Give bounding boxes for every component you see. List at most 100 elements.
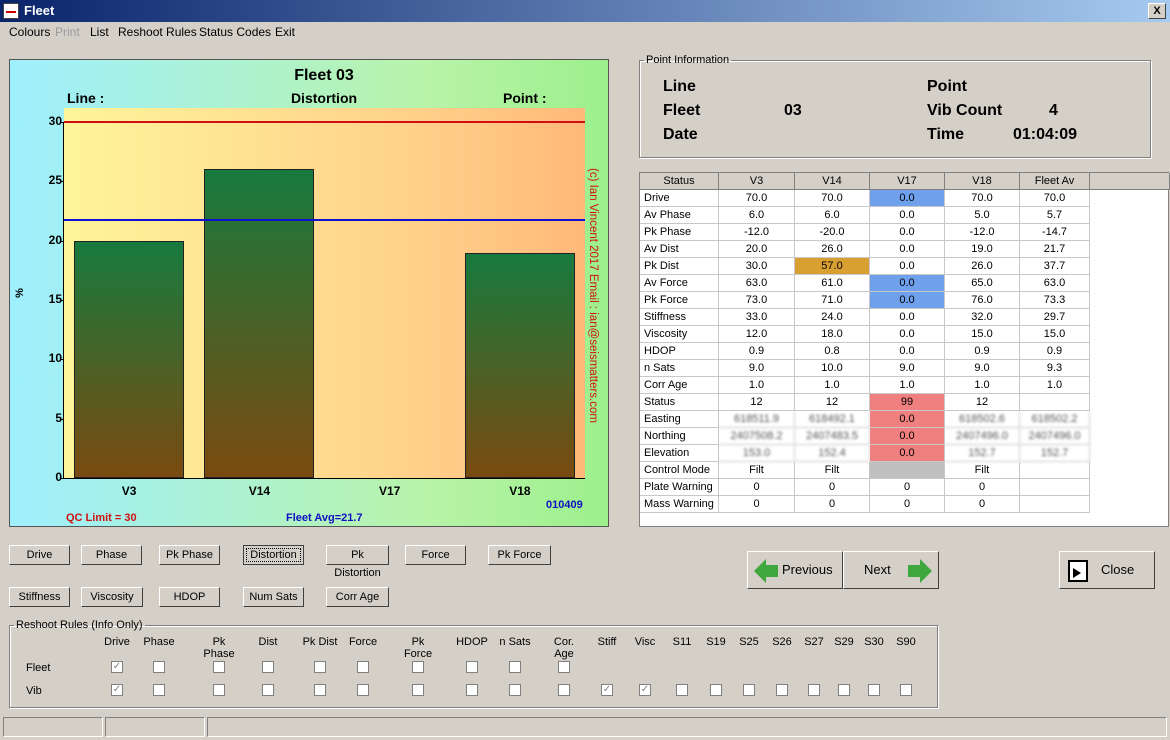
- reshoot-checkbox[interactable]: [213, 661, 225, 673]
- reshoot-checkbox[interactable]: [808, 684, 820, 696]
- grid-cell[interactable]: 57.0: [795, 258, 870, 275]
- grid-cell[interactable]: 0.0: [870, 445, 945, 462]
- reshoot-checkbox[interactable]: [153, 684, 165, 696]
- grid-cell[interactable]: 6.0: [719, 207, 795, 224]
- grid-cell[interactable]: 73.3: [1020, 292, 1090, 309]
- grid-cell[interactable]: 0.0: [870, 309, 945, 326]
- grid-cell[interactable]: 1.0: [719, 377, 795, 394]
- reshoot-checkbox[interactable]: [743, 684, 755, 696]
- grid-cell[interactable]: 0: [870, 479, 945, 496]
- menu-print[interactable]: Print: [55, 25, 80, 39]
- reshoot-checkbox[interactable]: [558, 661, 570, 673]
- grid-cell[interactable]: 0.0: [870, 292, 945, 309]
- grid-cell[interactable]: 9.0: [719, 360, 795, 377]
- chart-button-num-sats[interactable]: Num Sats: [243, 587, 304, 607]
- grid-cell[interactable]: 2407496.0: [945, 428, 1020, 445]
- grid-cell[interactable]: 37.7: [1020, 258, 1090, 275]
- chart-button-hdop[interactable]: HDOP: [159, 587, 220, 607]
- reshoot-checkbox[interactable]: [558, 684, 570, 696]
- grid-cell[interactable]: 5.7: [1020, 207, 1090, 224]
- grid-cell[interactable]: 0.9: [945, 343, 1020, 360]
- chart-button-force[interactable]: Force: [405, 545, 466, 565]
- grid-cell[interactable]: -14.7: [1020, 224, 1090, 241]
- grid-cell[interactable]: 0.0: [870, 326, 945, 343]
- grid-cell[interactable]: 0.0: [870, 411, 945, 428]
- grid-cell[interactable]: 15.0: [945, 326, 1020, 343]
- grid-cell[interactable]: 618502.6: [945, 411, 1020, 428]
- chart-button-drive[interactable]: Drive: [9, 545, 70, 565]
- grid-cell[interactable]: -12.0: [945, 224, 1020, 241]
- grid-cell[interactable]: [870, 462, 945, 479]
- grid-cell[interactable]: 24.0: [795, 309, 870, 326]
- grid-cell[interactable]: 12: [795, 394, 870, 411]
- grid-cell[interactable]: 20.0: [719, 241, 795, 258]
- grid-cell[interactable]: 99: [870, 394, 945, 411]
- menu-status-codes[interactable]: Status Codes: [199, 25, 271, 39]
- grid-cell[interactable]: 0: [719, 479, 795, 496]
- reshoot-checkbox[interactable]: [710, 684, 722, 696]
- grid-header-v18[interactable]: V18: [945, 173, 1020, 190]
- chart-button-corr-age[interactable]: Corr Age: [326, 587, 389, 607]
- grid-cell[interactable]: [1020, 496, 1090, 513]
- grid-cell[interactable]: 2407496.0: [1020, 428, 1090, 445]
- grid-cell[interactable]: 29.7: [1020, 309, 1090, 326]
- grid-cell[interactable]: 1.0: [945, 377, 1020, 394]
- grid-cell[interactable]: 618511.9: [719, 411, 795, 428]
- grid-cell[interactable]: 5.0: [945, 207, 1020, 224]
- grid-cell[interactable]: -12.0: [719, 224, 795, 241]
- reshoot-checkbox[interactable]: [838, 684, 850, 696]
- chart-button-pk-phase[interactable]: Pk Phase: [159, 545, 220, 565]
- grid-cell[interactable]: 1.0: [1020, 377, 1090, 394]
- grid-cell[interactable]: 26.0: [795, 241, 870, 258]
- grid-cell[interactable]: 2407508.2: [719, 428, 795, 445]
- menu-exit[interactable]: Exit: [275, 25, 295, 39]
- reshoot-checkbox[interactable]: ✓: [111, 684, 123, 696]
- grid-cell[interactable]: 21.7: [1020, 241, 1090, 258]
- grid-cell[interactable]: 63.0: [1020, 275, 1090, 292]
- chart-button-viscosity[interactable]: Viscosity: [81, 587, 143, 607]
- grid-cell[interactable]: 32.0: [945, 309, 1020, 326]
- grid-cell[interactable]: 0: [945, 496, 1020, 513]
- close-button[interactable]: Close: [1059, 551, 1155, 589]
- grid-cell[interactable]: 15.0: [1020, 326, 1090, 343]
- chart-button-distortion[interactable]: Distortion: [243, 545, 304, 565]
- grid-cell[interactable]: 0: [870, 496, 945, 513]
- grid-cell[interactable]: 26.0: [945, 258, 1020, 275]
- reshoot-checkbox[interactable]: [314, 684, 326, 696]
- grid-cell[interactable]: [1020, 394, 1090, 411]
- grid-cell[interactable]: 0.0: [870, 428, 945, 445]
- grid-cell[interactable]: 0.8: [795, 343, 870, 360]
- reshoot-checkbox[interactable]: ✓: [601, 684, 613, 696]
- grid-cell[interactable]: 9.0: [945, 360, 1020, 377]
- grid-cell[interactable]: 1.0: [795, 377, 870, 394]
- grid-cell[interactable]: 0: [719, 496, 795, 513]
- chart-button-pk-force[interactable]: Pk Force: [488, 545, 551, 565]
- reshoot-checkbox[interactable]: [466, 661, 478, 673]
- grid-cell[interactable]: 12: [945, 394, 1020, 411]
- grid-cell[interactable]: 10.0: [795, 360, 870, 377]
- grid-cell[interactable]: 0: [795, 496, 870, 513]
- grid-cell[interactable]: 18.0: [795, 326, 870, 343]
- reshoot-checkbox[interactable]: [412, 661, 424, 673]
- grid-cell[interactable]: 70.0: [795, 190, 870, 207]
- grid-cell[interactable]: 152.7: [945, 445, 1020, 462]
- reshoot-checkbox[interactable]: [509, 661, 521, 673]
- reshoot-checkbox[interactable]: [509, 684, 521, 696]
- grid-cell[interactable]: 6.0: [795, 207, 870, 224]
- reshoot-checkbox[interactable]: [314, 661, 326, 673]
- grid-cell[interactable]: 12: [719, 394, 795, 411]
- grid-cell[interactable]: 0.0: [870, 190, 945, 207]
- grid-cell[interactable]: 12.0: [719, 326, 795, 343]
- grid-header-v14[interactable]: V14: [795, 173, 870, 190]
- grid-cell[interactable]: 0: [945, 479, 1020, 496]
- grid-cell[interactable]: 2407483.5: [795, 428, 870, 445]
- status-grid[interactable]: Status V3 V14 V17 V18 Fleet Av Drive 70.0 70.0 0.…: [639, 172, 1170, 527]
- grid-cell[interactable]: 70.0: [945, 190, 1020, 207]
- grid-cell[interactable]: [1020, 462, 1090, 479]
- reshoot-checkbox[interactable]: ✓: [639, 684, 651, 696]
- grid-header-v3[interactable]: V3: [719, 173, 795, 190]
- next-button[interactable]: Next: [843, 551, 939, 589]
- grid-cell[interactable]: 9.3: [1020, 360, 1090, 377]
- reshoot-checkbox[interactable]: [262, 661, 274, 673]
- close-window-button[interactable]: X: [1148, 3, 1166, 19]
